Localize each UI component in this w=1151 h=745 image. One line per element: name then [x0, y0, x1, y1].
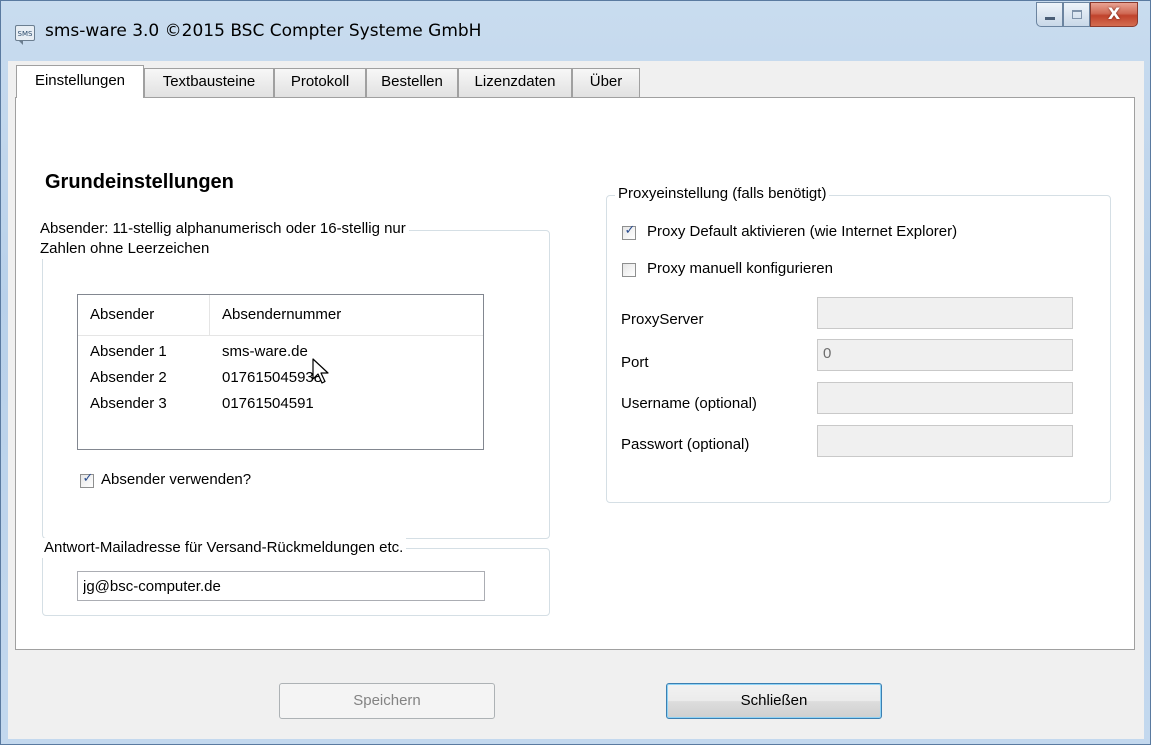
sender-number: 017615045938: [222, 369, 323, 386]
close-window-button[interactable]: X: [1090, 2, 1138, 27]
use-sender-checkbox[interactable]: ✓: [80, 471, 94, 488]
sender-group-legend: Absender: 11-stellig alphanumerisch oder…: [37, 219, 409, 259]
proxy-group-legend: Proxyeinstellung (falls benötigt): [615, 184, 830, 204]
tab-ueber[interactable]: Über: [572, 68, 640, 97]
minimize-button[interactable]: [1036, 2, 1063, 27]
column-header-absendernummer[interactable]: Absendernummer: [222, 306, 341, 323]
column-divider[interactable]: [209, 295, 210, 335]
sender-list-header: Absender Absendernummer: [78, 295, 483, 336]
close-icon: X: [1107, 4, 1121, 23]
window-title: sms-ware 3.0 ©2015 BSC Compter Systeme G…: [45, 21, 482, 41]
tab-textbausteine[interactable]: Textbausteine: [144, 68, 274, 97]
sender-legend-line2: Zahlen ohne Leerzeichen: [40, 240, 210, 257]
port-label: Port: [621, 354, 649, 371]
sender-list[interactable]: Absender Absendernummer Absender 1 sms-w…: [77, 294, 484, 450]
proxy-server-field[interactable]: [817, 297, 1073, 329]
reply-email-field[interactable]: [77, 571, 485, 601]
sender-name: Absender 3: [90, 395, 167, 412]
username-field[interactable]: [817, 382, 1073, 414]
list-item[interactable]: Absender 3 01761504591: [78, 391, 483, 417]
tab-einstellungen[interactable]: Einstellungen: [16, 65, 144, 98]
proxy-default-checkbox[interactable]: ✓: [622, 223, 636, 240]
close-button[interactable]: Schließen: [666, 683, 882, 719]
sender-name: Absender 2: [90, 369, 167, 386]
minimize-icon: [1045, 17, 1055, 20]
page-title: Grundeinstellungen: [45, 171, 234, 193]
column-header-absender[interactable]: Absender: [90, 306, 154, 323]
application-window: SMS sms-ware 3.0 ©2015 BSC Compter Syste…: [0, 0, 1151, 745]
maximize-button[interactable]: [1063, 2, 1090, 27]
tab-protokoll[interactable]: Protokoll: [274, 68, 366, 97]
username-label: Username (optional): [621, 395, 757, 412]
proxy-groupbox: Proxyeinstellung (falls benötigt) ✓ Prox…: [606, 184, 1111, 503]
proxy-manual-label[interactable]: Proxy manuell konfigurieren: [647, 260, 833, 277]
title-bar[interactable]: SMS sms-ware 3.0 ©2015 BSC Compter Syste…: [1, 1, 1150, 61]
save-button[interactable]: Speichern: [279, 683, 495, 719]
caption-buttons: X: [1036, 2, 1138, 28]
sender-groupbox: Absender: 11-stellig alphanumerisch oder…: [37, 219, 550, 539]
list-item[interactable]: Absender 2 017615045938: [78, 365, 483, 391]
client-area: Einstellungen Textbausteine Protokoll Be…: [8, 61, 1144, 739]
password-label: Passwort (optional): [621, 436, 750, 453]
proxy-default-label[interactable]: Proxy Default aktivieren (wie Internet E…: [647, 223, 957, 240]
sender-name: Absender 1: [90, 343, 167, 360]
port-field[interactable]: 0: [817, 339, 1073, 371]
sms-app-icon: SMS: [15, 25, 35, 45]
use-sender-label[interactable]: Absender verwenden?: [101, 471, 251, 488]
list-item[interactable]: Absender 1 sms-ware.de: [78, 339, 483, 365]
maximize-icon: [1072, 10, 1082, 19]
sender-legend-line1: Absender: 11-stellig alphanumerisch oder…: [40, 220, 406, 237]
password-field[interactable]: [817, 425, 1073, 457]
tab-lizenzdaten[interactable]: Lizenzdaten: [458, 68, 572, 97]
settings-panel: Grundeinstellungen Absender: 11-stellig …: [15, 97, 1135, 650]
proxy-server-label: ProxyServer: [621, 311, 704, 328]
checkmark-icon: ✓: [624, 223, 636, 238]
mouse-pointer-icon: [312, 358, 329, 384]
checkmark-icon: ✓: [82, 471, 94, 486]
reply-mail-groupbox: Antwort-Mailadresse für Versand-Rückmeld…: [41, 538, 550, 616]
reply-mail-legend: Antwort-Mailadresse für Versand-Rückmeld…: [41, 538, 407, 558]
tab-bestellen[interactable]: Bestellen: [366, 68, 458, 97]
sender-number: 01761504591: [222, 395, 314, 412]
proxy-manual-checkbox[interactable]: [622, 263, 636, 277]
sender-number: sms-ware.de: [222, 343, 308, 360]
